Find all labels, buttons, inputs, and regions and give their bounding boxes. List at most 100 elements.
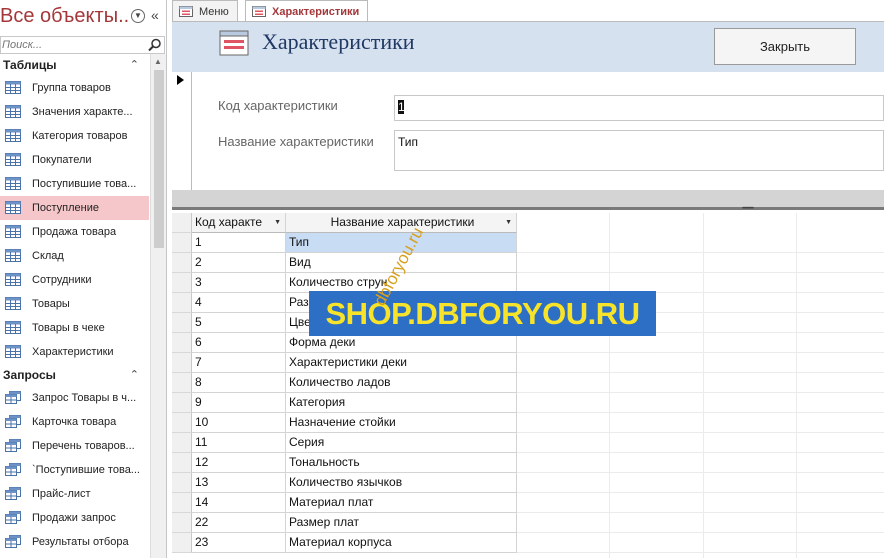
table-row[interactable]: 22 Размер плат bbox=[172, 513, 884, 533]
row-selector[interactable] bbox=[172, 533, 192, 553]
nav-item[interactable]: Категория товаров bbox=[0, 124, 149, 148]
nav-item[interactable]: Продажи запрос bbox=[0, 506, 149, 530]
row-selector[interactable] bbox=[172, 273, 192, 293]
cell-code[interactable]: 5 bbox=[192, 313, 286, 333]
nav-scrollbar[interactable]: ▲ bbox=[150, 54, 166, 558]
sort-dropdown-icon[interactable]: ▼ bbox=[274, 213, 281, 232]
cell-name[interactable]: Характеристики деки bbox=[286, 353, 517, 373]
table-row[interactable]: 9 Категория bbox=[172, 393, 884, 413]
cell-code[interactable]: 2 bbox=[192, 253, 286, 273]
chevron-up-icon[interactable]: ⌃ bbox=[130, 364, 139, 386]
chevron-down-icon[interactable]: ▼ bbox=[131, 9, 145, 23]
row-selector[interactable] bbox=[172, 333, 192, 353]
table-row[interactable]: 11 Серия bbox=[172, 433, 884, 453]
column-header-code[interactable]: Код характе ▼ bbox=[192, 213, 286, 233]
cell-name[interactable]: Материал корпуса bbox=[286, 533, 517, 553]
cell-code[interactable]: 6 bbox=[192, 333, 286, 353]
nav-item[interactable]: Продажа товара bbox=[0, 220, 149, 244]
cell-code[interactable]: 23 bbox=[192, 533, 286, 553]
nav-item[interactable]: `Поступившие това... bbox=[0, 458, 149, 482]
tab-characteristics[interactable]: Характеристики bbox=[245, 0, 369, 22]
row-selector[interactable] bbox=[172, 393, 192, 413]
nav-item[interactable]: Характеристики bbox=[0, 340, 149, 364]
cell-code[interactable]: 1 bbox=[192, 233, 286, 253]
row-selector[interactable] bbox=[172, 413, 192, 433]
table-row[interactable]: 12 Тональность bbox=[172, 453, 884, 473]
row-selector[interactable] bbox=[172, 373, 192, 393]
nav-group-header[interactable]: Запросы ⌃ bbox=[0, 364, 149, 386]
nav-item[interactable]: Поступившие това... bbox=[0, 172, 149, 196]
cell-code[interactable]: 10 bbox=[192, 413, 286, 433]
row-selector[interactable] bbox=[172, 313, 192, 333]
nav-item[interactable]: Значения характе... bbox=[0, 100, 149, 124]
table-row[interactable]: 2 Вид bbox=[172, 253, 884, 273]
row-selector[interactable] bbox=[172, 293, 192, 313]
nav-item[interactable]: Покупатели bbox=[0, 148, 149, 172]
cell-name[interactable]: Количество язычков bbox=[286, 473, 517, 493]
cell-code[interactable]: 3 bbox=[192, 273, 286, 293]
row-selector[interactable] bbox=[172, 453, 192, 473]
cell-code[interactable]: 14 bbox=[192, 493, 286, 513]
cell-code[interactable]: 9 bbox=[192, 393, 286, 413]
row-selector[interactable] bbox=[172, 433, 192, 453]
nav-item[interactable]: Поступление bbox=[0, 196, 149, 220]
nav-item[interactable]: Товары в чеке bbox=[0, 316, 149, 340]
table-row[interactable]: 23 Материал корпуса bbox=[172, 533, 884, 553]
row-selector[interactable] bbox=[172, 353, 192, 373]
cell-name[interactable]: Категория bbox=[286, 393, 517, 413]
tab-menu[interactable]: Меню bbox=[172, 0, 238, 22]
nav-item[interactable]: Прайс-лист bbox=[0, 482, 149, 506]
close-button[interactable]: Закрыть bbox=[714, 28, 856, 65]
row-selector[interactable] bbox=[172, 493, 192, 513]
nav-item[interactable]: Запрос Товары в ч... bbox=[0, 386, 149, 410]
cell-name[interactable]: Назначение стойки bbox=[286, 413, 517, 433]
split-form-divider[interactable]: •••••••••• bbox=[172, 190, 884, 212]
cell-name[interactable]: Тональность bbox=[286, 453, 517, 473]
table-row[interactable]: 13 Количество язычков bbox=[172, 473, 884, 493]
nav-item[interactable]: Перечень товаров... bbox=[0, 434, 149, 458]
table-row[interactable]: 3 Количество струн bbox=[172, 273, 884, 293]
name-field[interactable]: Тип bbox=[394, 130, 884, 171]
row-selector[interactable] bbox=[172, 473, 192, 493]
nav-item[interactable]: Карточка товара bbox=[0, 410, 149, 434]
chevron-up-icon[interactable]: ⌃ bbox=[130, 54, 139, 76]
table-row[interactable]: 7 Характеристики деки bbox=[172, 353, 884, 373]
splitter-grip-icon[interactable]: •••••••••• bbox=[742, 206, 754, 212]
cell-name[interactable]: Размер плат bbox=[286, 513, 517, 533]
select-all-cell[interactable] bbox=[172, 213, 192, 233]
nav-item[interactable]: Результаты отбора bbox=[0, 530, 149, 554]
cell-code[interactable]: 4 bbox=[192, 293, 286, 313]
scrollbar-thumb[interactable] bbox=[154, 70, 164, 248]
nav-item[interactable]: Сотрудники bbox=[0, 268, 149, 292]
table-row[interactable]: 8 Количество ладов bbox=[172, 373, 884, 393]
cell-name[interactable]: Форма деки bbox=[286, 333, 517, 353]
cell-code[interactable]: 7 bbox=[192, 353, 286, 373]
search-icon[interactable] bbox=[148, 38, 162, 52]
record-selector[interactable] bbox=[172, 72, 192, 190]
nav-item[interactable]: Группа товаров bbox=[0, 76, 149, 100]
cell-name[interactable]: Серия bbox=[286, 433, 517, 453]
nav-item[interactable]: Склад bbox=[0, 244, 149, 268]
table-row[interactable]: 10 Назначение стойки bbox=[172, 413, 884, 433]
cell-code[interactable]: 8 bbox=[192, 373, 286, 393]
cell-code[interactable]: 22 bbox=[192, 513, 286, 533]
cell-name[interactable]: Материал плат bbox=[286, 493, 517, 513]
scroll-up-icon[interactable]: ▲ bbox=[154, 57, 162, 66]
row-selector[interactable] bbox=[172, 253, 192, 273]
nav-search-input[interactable] bbox=[1, 37, 141, 53]
cell-code[interactable]: 12 bbox=[192, 453, 286, 473]
cell-code[interactable]: 11 bbox=[192, 433, 286, 453]
nav-title[interactable]: Все объекты... bbox=[0, 5, 128, 28]
cell-code[interactable]: 13 bbox=[192, 473, 286, 493]
table-row[interactable]: 6 Форма деки bbox=[172, 333, 884, 353]
sort-dropdown-icon[interactable]: ▼ bbox=[505, 213, 512, 232]
code-field[interactable]: 1 bbox=[394, 95, 884, 121]
column-header-name[interactable]: Название характеристики ▼ bbox=[286, 213, 517, 233]
row-selector[interactable] bbox=[172, 513, 192, 533]
table-row[interactable]: 14 Материал плат bbox=[172, 493, 884, 513]
nav-item[interactable]: Товары bbox=[0, 292, 149, 316]
table-row[interactable]: 1 Тип bbox=[172, 233, 884, 253]
nav-group-header[interactable]: Таблицы ⌃ bbox=[0, 54, 149, 76]
row-selector[interactable] bbox=[172, 233, 192, 253]
cell-name[interactable]: Количество ладов bbox=[286, 373, 517, 393]
